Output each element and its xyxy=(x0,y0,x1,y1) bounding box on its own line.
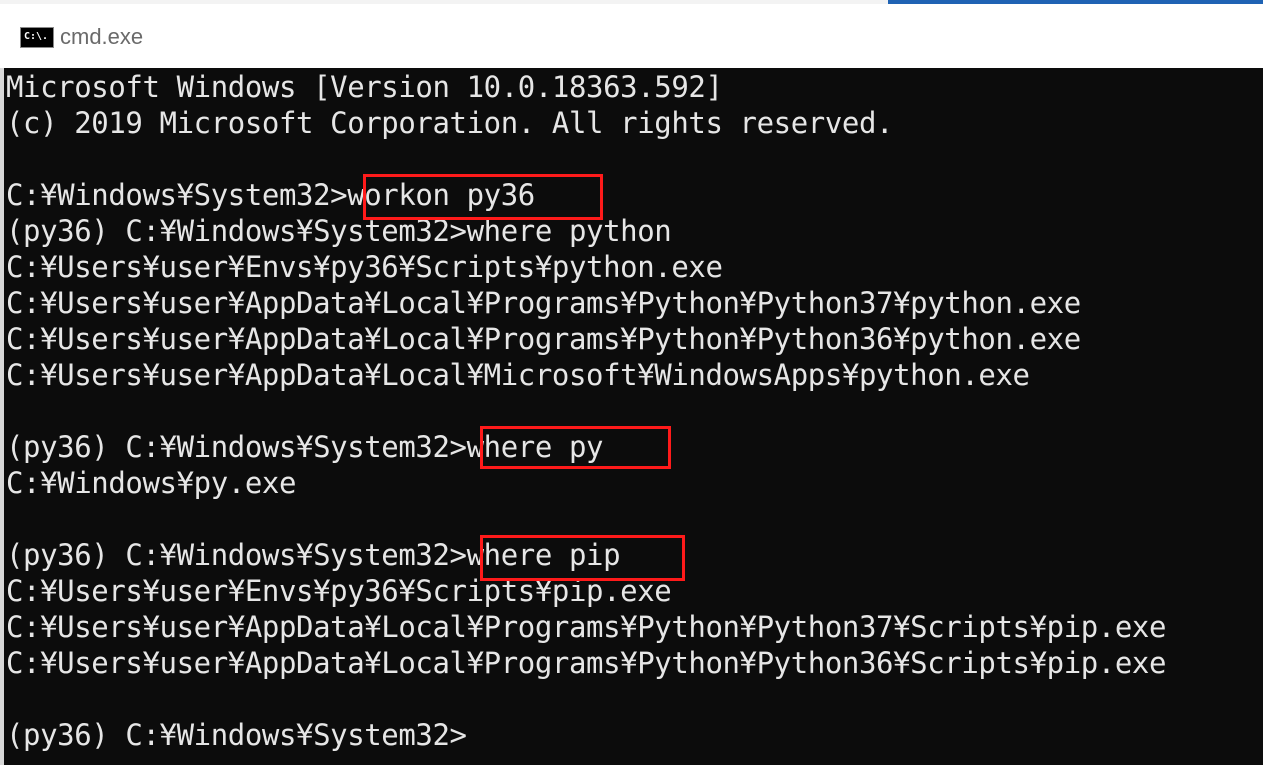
highlight-box-workon xyxy=(363,174,603,220)
console-line: C:¥Users¥user¥Envs¥py36¥Scripts¥python.e… xyxy=(6,250,723,284)
cmd-window: C:\. cmd.exe Microsoft Windows [Version … xyxy=(0,0,1263,765)
console-lines: Microsoft Windows [Version 10.0.18363.59… xyxy=(6,69,1261,753)
console-line: (c) 2019 Microsoft Corporation. All righ… xyxy=(6,106,894,140)
console-line: C:¥Users¥user¥AppData¥Local¥Programs¥Pyt… xyxy=(6,646,1167,680)
console-line: Microsoft Windows [Version 10.0.18363.59… xyxy=(6,70,723,104)
window-title: cmd.exe xyxy=(60,24,144,49)
console-line: C:¥Users¥user¥AppData¥Local¥Programs¥Pyt… xyxy=(6,286,1081,320)
console-line: (py36) C:¥Windows¥System32>where python xyxy=(6,214,672,248)
title-bar[interactable]: C:\. cmd.exe xyxy=(0,4,1263,68)
console-prompt-line: (py36) C:¥Windows¥System32> xyxy=(6,718,467,752)
console-line: C:¥Users¥user¥AppData¥Local¥Programs¥Pyt… xyxy=(6,610,1167,644)
cmd-app-icon[interactable]: C:\. xyxy=(20,27,54,48)
console-output-area[interactable]: Microsoft Windows [Version 10.0.18363.59… xyxy=(0,68,1263,765)
highlight-box-where-pip xyxy=(480,535,685,581)
console-line: C:¥Users¥user¥AppData¥Local¥Programs¥Pyt… xyxy=(6,322,1081,356)
console-line: C:¥Users¥user¥AppData¥Local¥Microsoft¥Wi… xyxy=(6,358,1030,392)
cmd-app-icon-label: C:\. xyxy=(24,31,49,42)
console-line: C:¥Windows¥System32>workon py36 xyxy=(6,178,535,212)
console-line: C:¥Windows¥py.exe xyxy=(6,466,297,500)
highlight-box-where-py xyxy=(480,426,671,469)
